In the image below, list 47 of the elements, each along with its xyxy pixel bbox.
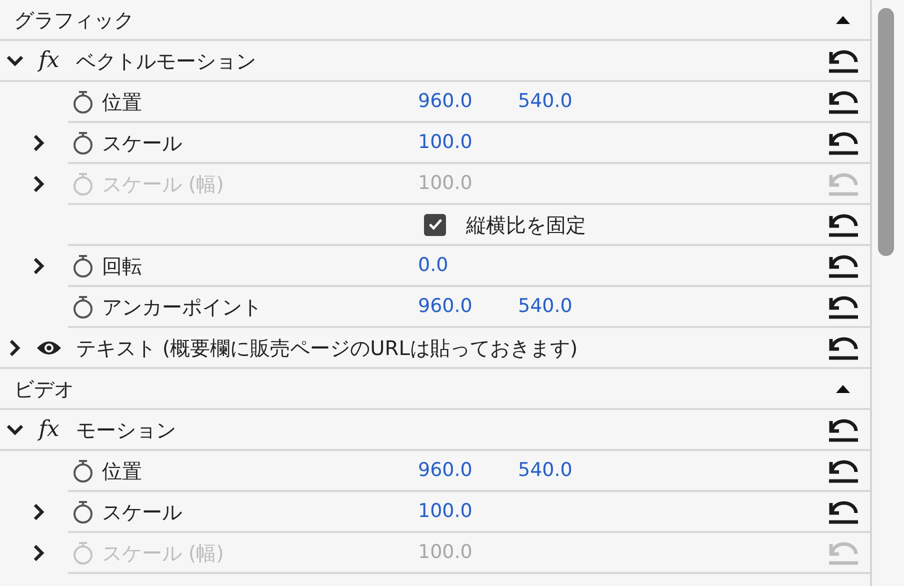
reset-icon[interactable]: [826, 416, 860, 442]
parameter-name: アンカーポイント: [102, 294, 263, 320]
stopwatch-icon[interactable]: [72, 458, 94, 482]
stopwatch-icon[interactable]: [72, 90, 94, 114]
effect-name: モーション: [76, 416, 176, 444]
section-title: グラフィック: [14, 6, 134, 34]
parameter-value[interactable]: 960.0: [418, 292, 518, 321]
parameter-name: スケール: [102, 498, 183, 526]
effect-name: テキスト (概要欄に販売ページのURLは貼っておきます): [76, 334, 578, 362]
reset-icon[interactable]: [826, 48, 860, 74]
parameter-name: スケール: [102, 130, 183, 156]
reset-icon[interactable]: [826, 498, 860, 524]
stopwatch-icon[interactable]: [72, 294, 94, 318]
stopwatch-icon[interactable]: [72, 254, 94, 278]
parameter-value: 100.0: [418, 171, 474, 196]
stopwatch-icon[interactable]: [72, 130, 94, 154]
parameter-value[interactable]: 100.0: [418, 128, 518, 157]
reset-icon[interactable]: [826, 130, 860, 156]
fx-label: fx: [36, 416, 60, 444]
parameter-value[interactable]: 100.0: [418, 497, 518, 526]
parameter-name: スケール (幅): [102, 540, 225, 566]
parameter-name: スケール (幅): [102, 170, 225, 198]
parameter-name: 位置: [102, 88, 143, 116]
section-title: ビデオ: [14, 376, 74, 402]
parameter-value[interactable]: 0.0: [418, 251, 518, 280]
eye-icon[interactable]: [36, 338, 62, 356]
effect-name: ベクトルモーション: [76, 48, 256, 74]
reset-icon[interactable]: [826, 458, 860, 484]
reset-icon[interactable]: [826, 212, 860, 238]
checkbox-label: 縦横比を固定: [466, 212, 586, 238]
parameter-value: 100.0: [418, 540, 474, 566]
parameter-value[interactable]: 540.0: [518, 87, 618, 116]
reset-icon[interactable]: [826, 88, 860, 114]
reset-icon[interactable]: [826, 334, 860, 360]
parameter-value[interactable]: 960.0: [418, 456, 518, 485]
reset-icon[interactable]: [826, 252, 860, 278]
scrollbar-thumb[interactable]: [878, 8, 894, 256]
stopwatch-icon[interactable]: [72, 500, 94, 524]
fx-label: fx: [36, 47, 60, 75]
parameter-value[interactable]: 540.0: [518, 292, 618, 321]
reset-icon[interactable]: [826, 294, 860, 320]
parameter-name: 回転: [102, 252, 143, 280]
checkbox[interactable]: [424, 214, 446, 236]
checkmark-icon: [428, 217, 442, 232]
parameter-value[interactable]: 540.0: [518, 456, 618, 485]
parameter-name: 位置: [102, 458, 143, 484]
parameter-value[interactable]: 960.0: [418, 87, 518, 116]
